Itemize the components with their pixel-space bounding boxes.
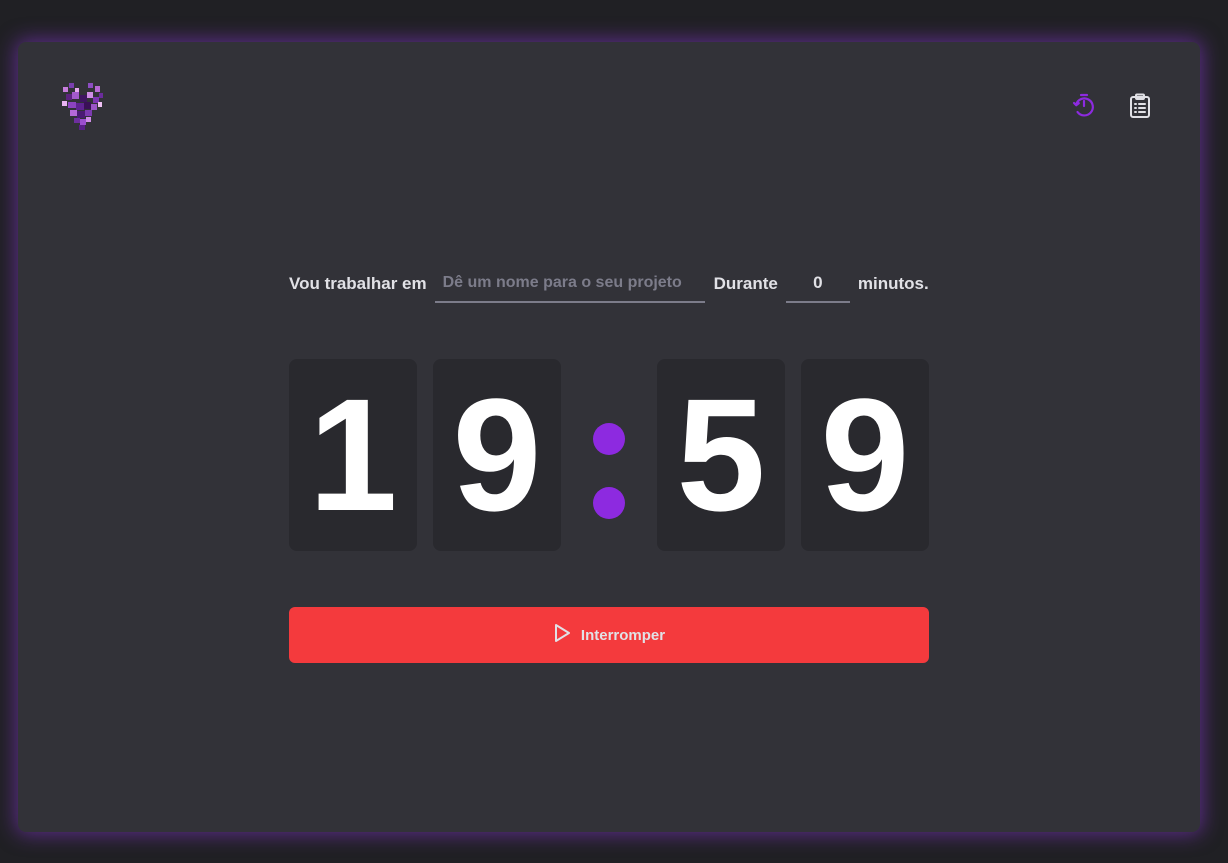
header <box>18 42 1200 172</box>
minutes-input[interactable] <box>785 265 850 303</box>
seconds-tens-digit: 5 <box>657 359 785 551</box>
minutes-tens-digit: 1 <box>289 359 417 551</box>
clipboard-list-icon[interactable] <box>1128 92 1152 120</box>
interrupt-button[interactable]: Interromper <box>289 607 929 663</box>
task-form: Vou trabalhar em Durante minutos. <box>289 264 929 304</box>
play-icon <box>553 623 571 647</box>
pixel-heart-logo <box>60 80 106 132</box>
duration-label: Durante <box>713 274 778 293</box>
minutes-suffix: minutos. <box>857 274 929 293</box>
timer-icon[interactable] <box>1072 92 1096 120</box>
countdown: 1 9 5 9 <box>289 359 929 551</box>
task-label: Vou trabalhar em <box>289 274 427 293</box>
separator-dot-top <box>593 423 625 455</box>
interrupt-button-label: Interromper <box>580 626 666 644</box>
app-container: Vou trabalhar em Durante minutos. 1 9 5 … <box>18 42 1200 832</box>
seconds-ones-digit: 9 <box>801 359 929 551</box>
task-input[interactable] <box>434 265 705 303</box>
minutes-ones-digit: 9 <box>433 359 561 551</box>
main-nav <box>1072 92 1152 120</box>
separator-dot-bottom <box>593 487 625 519</box>
countdown-separator <box>577 359 641 551</box>
